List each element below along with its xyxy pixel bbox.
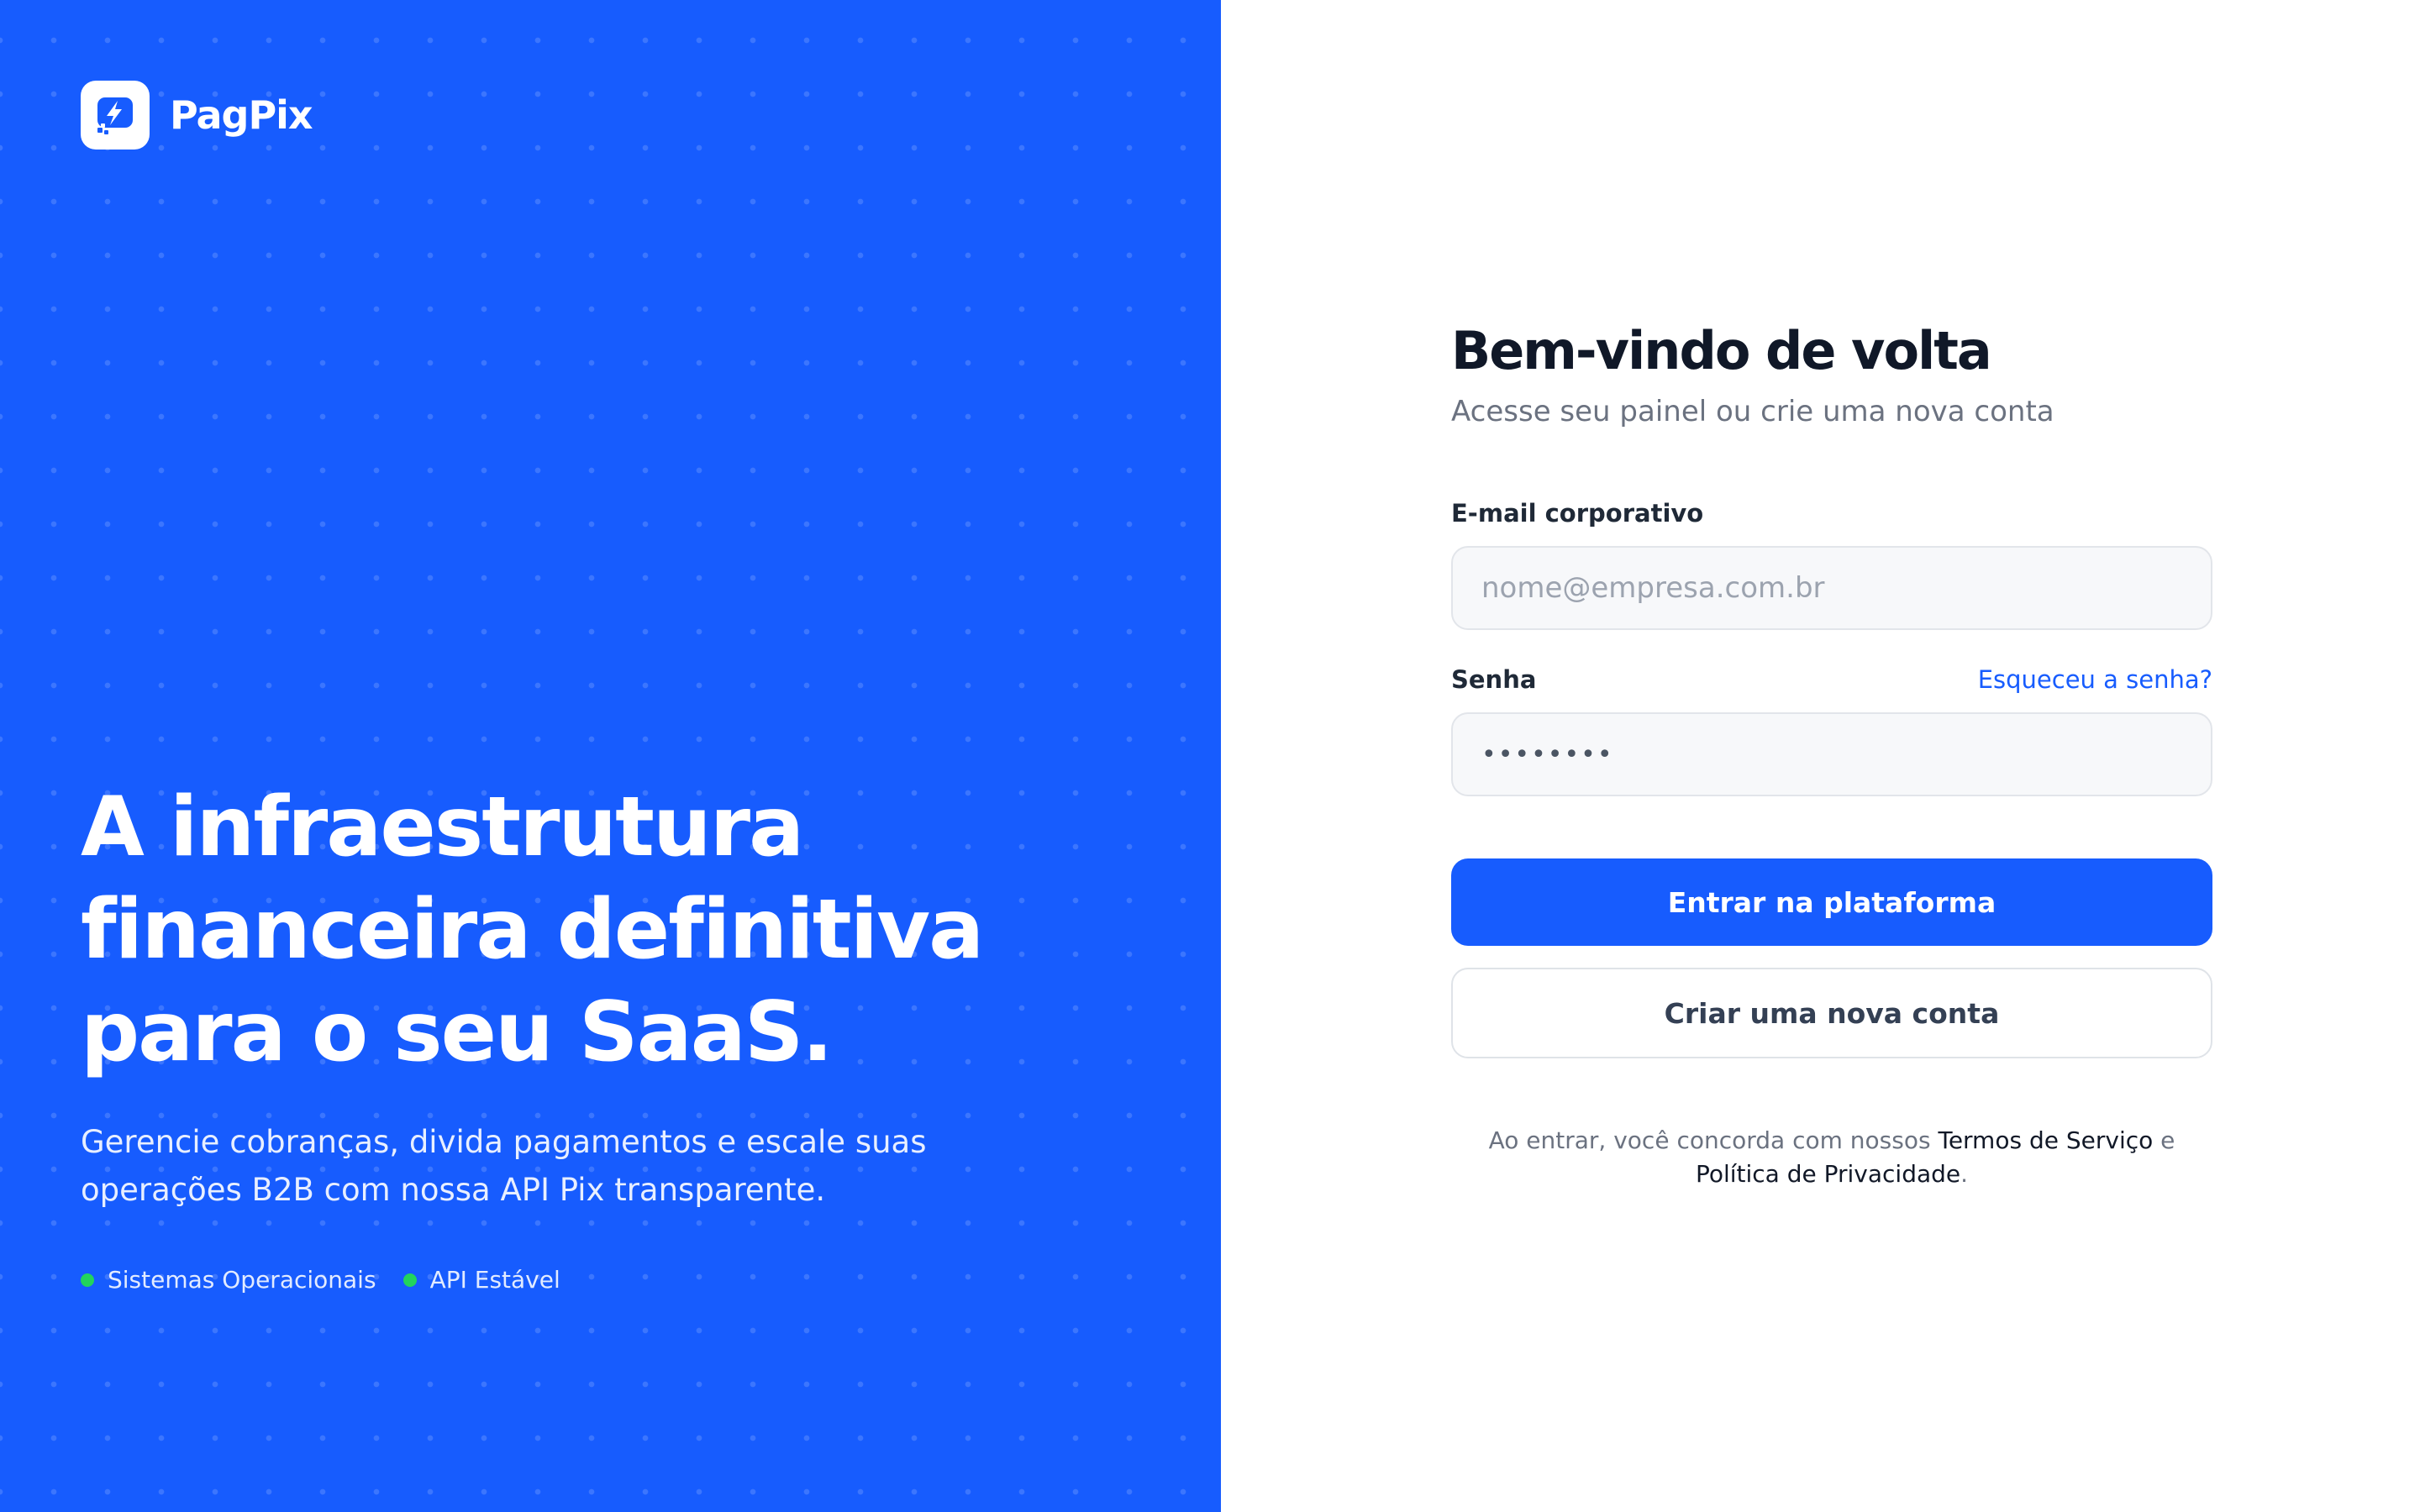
login-title: Bem-vindo de volta (1451, 320, 1992, 381)
brand-name: PagPix (170, 92, 313, 138)
legal-conjunction: e (2153, 1126, 2175, 1154)
hero-title-line: financeira definitiva (81, 882, 984, 978)
status-item-api: API Estável (402, 1266, 560, 1294)
legal-line: Política de Privacidade. (1462, 1158, 2202, 1191)
system-status: Sistemas Operacionais API Estável (81, 1266, 587, 1294)
login-subtitle: Acesse seu painel ou crie uma nova conta (1451, 395, 2054, 428)
login-form: Bem-vindo de volta Acesse seu painel ou … (1451, 318, 2212, 1191)
hero-subtitle-line: Gerencie cobranças, divida pagamentos e … (81, 1124, 927, 1160)
hero-title: A infraestrutura financeira definitiva p… (81, 776, 1072, 1084)
hero-title-line: para o seu SaaS. (81, 984, 834, 1080)
brand-panel: PagPix A infraestrutura financeira defin… (0, 0, 1221, 1512)
hero-subtitle-line: operações B2B com nossa API Pix transpar… (81, 1172, 826, 1208)
password-label: Senha (1451, 665, 1537, 694)
password-field[interactable] (1451, 712, 2212, 796)
status-label: Sistemas Operacionais (108, 1266, 376, 1294)
pagpix-logo-icon (81, 81, 150, 150)
hero-title-line: A infraestrutura (81, 780, 804, 875)
email-field[interactable] (1451, 546, 2212, 630)
legal-prefix: Ao entrar, você concorda com nossos (1488, 1126, 1939, 1154)
status-online-dot-icon (81, 1273, 94, 1287)
status-item-systems: Sistemas Operacionais (81, 1266, 376, 1294)
terms-of-service-link[interactable]: Termos de Serviço (1938, 1126, 2153, 1154)
email-label: E-mail corporativo (1451, 499, 1704, 528)
hero-subtitle: Gerencie cobranças, divida pagamentos e … (81, 1118, 971, 1214)
password-label-row: Senha Esqueceu a senha? (1451, 664, 2212, 696)
forgot-password-link[interactable]: Esqueceu a senha? (1978, 664, 2212, 696)
email-label-row: E-mail corporativo (1451, 497, 2212, 529)
status-online-dot-icon (402, 1273, 417, 1287)
legal-notice: Ao entrar, você concorda com nossos Term… (1462, 1124, 2202, 1191)
create-account-button[interactable]: Criar uma nova conta (1451, 968, 2212, 1058)
status-label: API Estável (429, 1266, 560, 1294)
legal-suffix: . (1960, 1160, 1969, 1188)
brand-logo[interactable]: PagPix (81, 81, 313, 150)
privacy-policy-link[interactable]: Política de Privacidade (1696, 1160, 1960, 1188)
legal-line: Ao entrar, você concorda com nossos Term… (1462, 1124, 2202, 1158)
sign-in-button[interactable]: Entrar na plataforma (1451, 858, 2212, 946)
login-panel: Bem-vindo de volta Acesse seu painel ou … (1221, 0, 2420, 1512)
